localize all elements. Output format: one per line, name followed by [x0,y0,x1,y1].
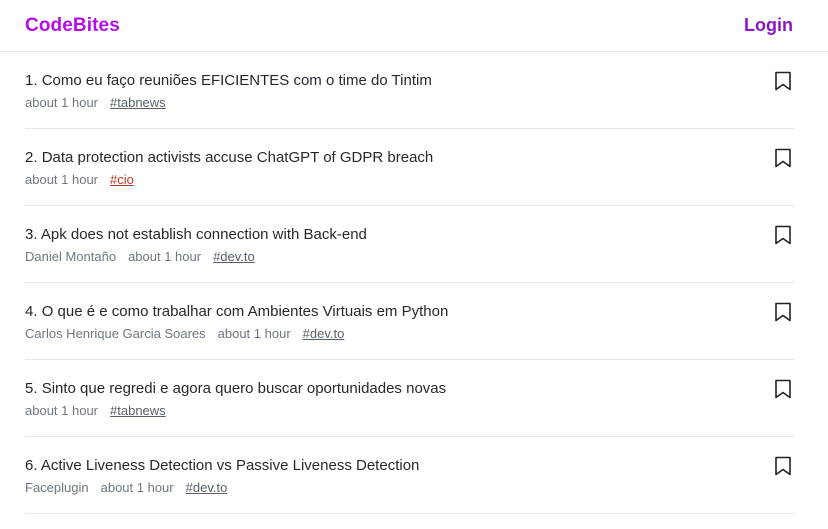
post-time: about 1 hour [25,95,99,110]
post-title: Sinto que regredi e agora quero buscar o… [41,380,447,397]
post-title: Data protection activists accuse ChatGPT… [41,149,434,166]
post-title-link[interactable]: 4. O que é e como trabalhar com Ambiente… [25,303,448,320]
post-meta: about 1 hour #cio [25,172,134,187]
post-meta: Faceplugin about 1 hour #dev.to [25,480,227,495]
list-item: 3. Apk does not establish connection wit… [25,206,794,283]
post-time: about 1 hour [217,326,291,341]
post-title-link[interactable]: 5. Sinto que regredi e agora quero busca… [25,380,446,397]
post-title-link[interactable]: 2. Data protection activists accuse Chat… [25,149,433,166]
list-item: 5. Sinto que regredi e agora quero busca… [25,360,794,437]
post-time: about 1 hour [25,172,99,187]
list-item: 4. O que é e como trabalhar com Ambiente… [25,283,794,360]
list-item: 2. Data protection activists accuse Chat… [25,129,794,206]
post-tag[interactable]: #dev.to [213,249,255,264]
post-time: about 1 hour [128,249,202,264]
post-number: 6. [25,457,38,474]
post-title: Como eu faço reuniões EFICIENTES com o t… [41,72,432,89]
post-title: Active Liveness Detection vs Passive Liv… [40,457,420,474]
post-meta: Carlos Henrique Garcia Soares about 1 ho… [25,326,344,341]
post-title-link[interactable]: 1. Como eu faço reuniões EFICIENTES com … [25,72,432,89]
bookmark-icon[interactable] [772,455,794,477]
post-meta: about 1 hour #tabnews [25,95,166,110]
post-number: 5. [25,380,38,397]
post-title: Apk does not establish connection with B… [40,226,367,243]
post-time: about 1 hour [100,480,174,495]
bookmark-icon[interactable] [772,301,794,323]
list-item: 6. Active Liveness Detection vs Passive … [25,437,794,514]
post-tag[interactable]: #tabnews [110,403,166,418]
bookmark-icon[interactable] [772,147,794,169]
post-author: Carlos Henrique Garcia Soares [25,326,206,341]
post-tag[interactable]: #cio [110,172,134,187]
login-button[interactable]: Login [744,15,793,36]
top-bar: CodeBites Login [0,0,828,52]
post-meta: Daniel Montaño about 1 hour #dev.to [25,249,255,264]
post-title-link[interactable]: 3. Apk does not establish connection wit… [25,226,367,243]
post-number: 3. [25,226,38,243]
post-author: Daniel Montaño [25,249,117,264]
post-title-link[interactable]: 6. Active Liveness Detection vs Passive … [25,457,419,474]
post-number: 2. [25,149,38,166]
bookmark-icon[interactable] [772,70,794,92]
post-feed: 1. Como eu faço reuniões EFICIENTES com … [25,52,794,514]
post-title: O que é e como trabalhar com Ambientes V… [41,303,449,320]
post-tag[interactable]: #tabnews [110,95,166,110]
post-tag[interactable]: #dev.to [186,480,228,495]
post-time: about 1 hour [25,403,99,418]
brand-logo[interactable]: CodeBites [25,15,120,37]
post-number: 1. [25,72,38,89]
post-meta: about 1 hour #tabnews [25,403,166,418]
bookmark-icon[interactable] [772,224,794,246]
post-number: 4. [25,303,38,320]
list-item: 1. Como eu faço reuniões EFICIENTES com … [25,52,794,129]
bookmark-icon[interactable] [772,378,794,400]
post-tag[interactable]: #dev.to [303,326,345,341]
post-author: Faceplugin [25,480,89,495]
